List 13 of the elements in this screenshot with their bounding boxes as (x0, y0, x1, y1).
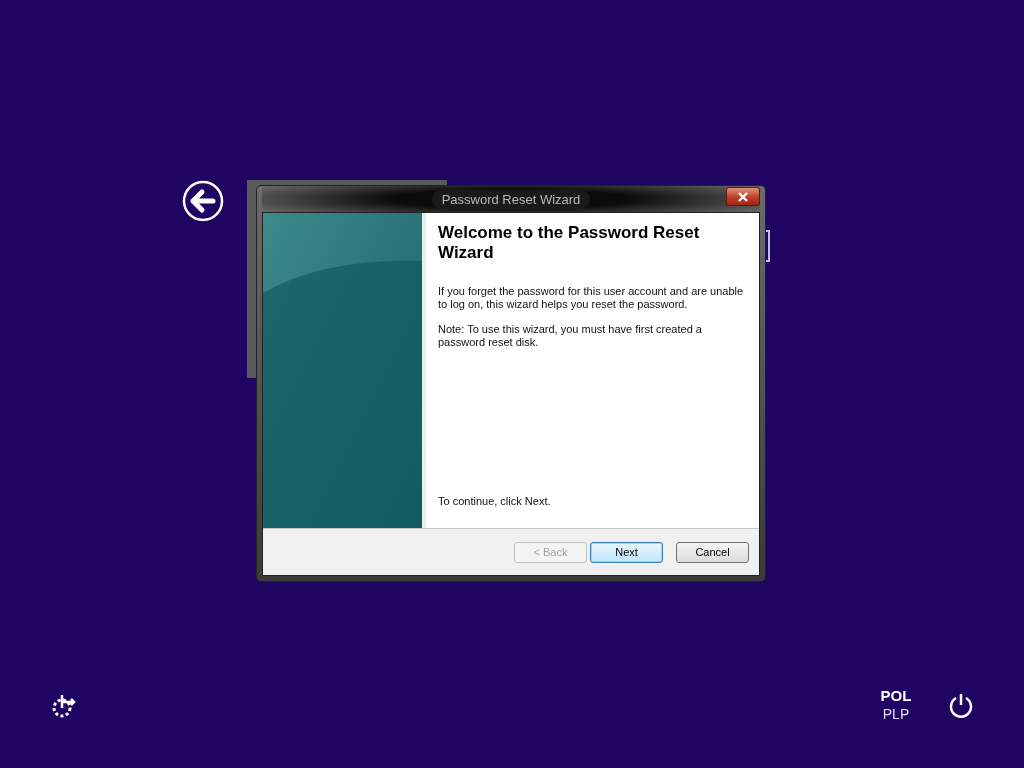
wizard-heading: Welcome to the Password Reset Wizard (438, 223, 701, 263)
keyboard-layout[interactable]: PLP (882, 705, 910, 723)
wizard-button[interactable]: Next (590, 541, 663, 563)
wizard-description: Note: To use this wizard, you must have first created a password reset disk. (438, 323, 703, 349)
power-icon[interactable] (947, 691, 975, 719)
wizard-description: If you forget the password for this user account and are unable to log on, this wizard helps you reset the password. (438, 285, 745, 311)
close-icon (737, 191, 749, 202)
wizard-button[interactable]: Cancel (676, 541, 749, 563)
language-code[interactable]: POL (880, 687, 912, 705)
continue-instruction: To continue, click Next. (438, 495, 552, 508)
window-title: Password Reset Wizard (431, 189, 591, 209)
ease-of-access-icon[interactable] (50, 692, 78, 720)
close-button[interactable] (726, 187, 760, 206)
